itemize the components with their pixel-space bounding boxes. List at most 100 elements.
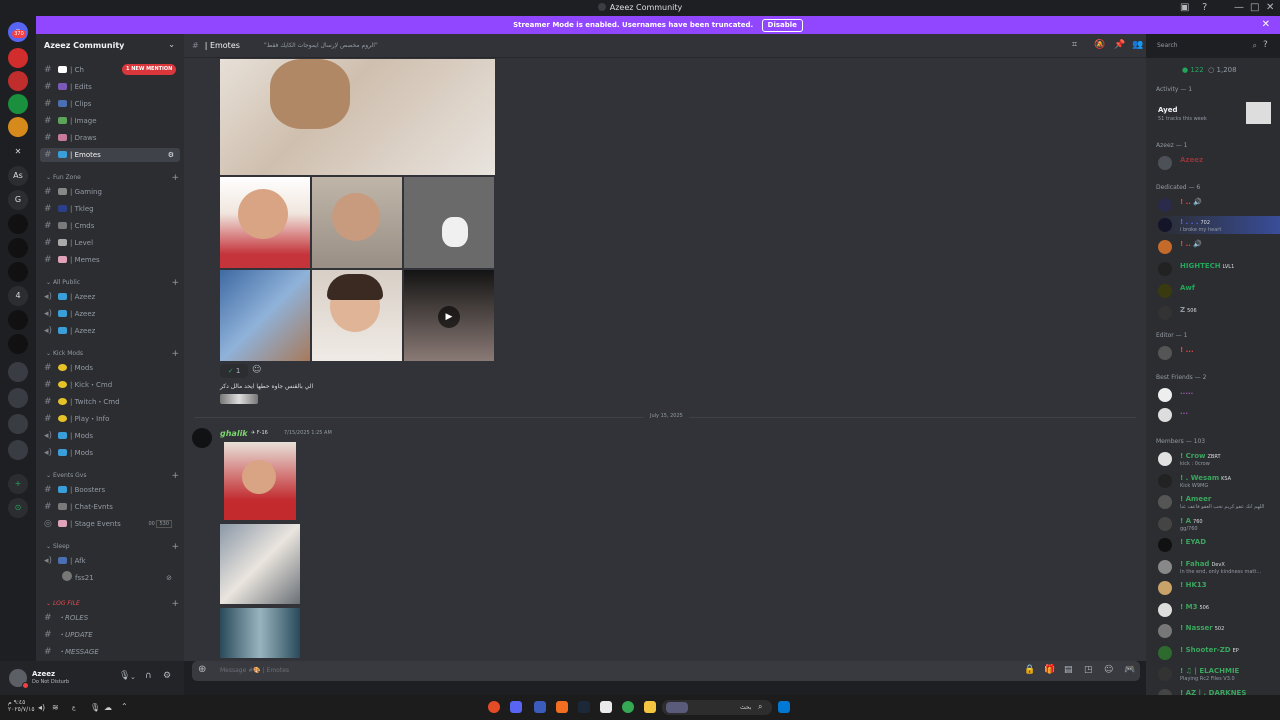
chevron-up-icon[interactable]: ⌃ bbox=[121, 702, 128, 711]
add-channel-icon[interactable]: + bbox=[171, 173, 179, 183]
app-icon[interactable] bbox=[534, 701, 546, 713]
microphone-icon[interactable]: 🎙 bbox=[119, 671, 130, 681]
channel-item[interactable]: # | Clips bbox=[40, 97, 180, 111]
add-channel-icon[interactable]: + bbox=[171, 278, 179, 288]
member-row[interactable]: HIGHTECH LVL1 bbox=[1158, 260, 1276, 278]
sticker-icon[interactable]: ◳ bbox=[1084, 665, 1093, 675]
server-header[interactable]: Azeez Community ⌄ bbox=[36, 34, 184, 58]
channel-topic[interactable]: "الروم مخصص لإرسال ايموجات الكايك فقط" bbox=[264, 42, 378, 49]
message-composer[interactable]: ⊕ Message #🎨 | Emotes 🔒 🎁 ▤ ◳ ☺ 🎮 bbox=[192, 661, 1140, 681]
category-all-public[interactable]: ⌄ All Public + bbox=[46, 278, 179, 288]
channel-item[interactable]: # ・ROLES bbox=[40, 611, 180, 625]
file-explorer-icon[interactable] bbox=[644, 701, 656, 713]
gif-image[interactable] bbox=[404, 177, 494, 268]
gif-image[interactable] bbox=[220, 524, 300, 604]
voice-channel-item[interactable]: ◂) | Afk bbox=[40, 554, 180, 568]
member-row[interactable]: ! . Wesam KSA Kick W9MG bbox=[1158, 472, 1276, 490]
server-icon[interactable] bbox=[8, 262, 28, 282]
play-icon[interactable]: ▶ bbox=[438, 306, 460, 328]
gif-image[interactable] bbox=[220, 177, 310, 268]
search-input[interactable]: Search ⌕ bbox=[1152, 39, 1262, 53]
taskbar-search[interactable]: بحث ⌕ bbox=[662, 700, 772, 715]
video-embed[interactable]: ▶ bbox=[404, 270, 494, 361]
voice-channel-item[interactable]: ◂) | Azeez bbox=[40, 307, 180, 321]
add-reaction-icon[interactable]: ☺ bbox=[252, 365, 261, 375]
inbox-icon[interactable]: ▣ bbox=[1180, 2, 1189, 13]
member-row[interactable]: Azeez bbox=[1158, 154, 1276, 172]
member-row[interactable]: ! HK13 bbox=[1158, 579, 1276, 597]
category-events[interactable]: ⌄ Events Gvs + bbox=[46, 471, 179, 481]
new-mention-badge[interactable]: 1 NEW MENTION bbox=[122, 64, 177, 75]
server-folder[interactable] bbox=[8, 440, 28, 460]
add-channel-icon[interactable]: + bbox=[171, 599, 179, 609]
chevron-down-icon[interactable]: ⌄ bbox=[130, 673, 136, 681]
channel-item[interactable]: # | Chat-Evnts bbox=[40, 500, 180, 514]
settings-icon[interactable]: ⚙ bbox=[168, 148, 174, 162]
server-icon[interactable] bbox=[8, 94, 28, 114]
wifi-icon[interactable]: ≋ bbox=[52, 703, 59, 712]
member-row[interactable]: Z 506 bbox=[1158, 304, 1276, 322]
help-icon[interactable]: ? bbox=[1263, 40, 1268, 50]
stage-channel-item[interactable]: ◎ | Stage Events 00 530 bbox=[40, 517, 180, 531]
channel-item[interactable]: # | Memes bbox=[40, 253, 180, 267]
member-row[interactable]: ..... bbox=[1158, 386, 1276, 404]
member-row[interactable]: ... bbox=[1158, 406, 1276, 424]
cloud-icon[interactable]: ☁ bbox=[104, 703, 112, 712]
sticker-image[interactable] bbox=[220, 394, 258, 404]
upload-plus-icon[interactable]: ⊕ bbox=[198, 664, 206, 675]
voice-user[interactable]: fss21 ⊘ bbox=[58, 571, 180, 585]
app-icon[interactable] bbox=[488, 701, 500, 713]
add-channel-icon[interactable]: + bbox=[171, 349, 179, 359]
channel-item[interactable]: # ・UPDATE bbox=[40, 628, 180, 642]
gift-icon[interactable]: 🎁 bbox=[1044, 665, 1055, 675]
steam-icon[interactable] bbox=[578, 701, 590, 713]
channel-item[interactable]: # | Draws bbox=[40, 131, 180, 145]
member-row[interactable]: ! ... bbox=[1158, 344, 1276, 362]
lock-icon[interactable]: 🔒 bbox=[1024, 665, 1035, 675]
server-icon[interactable] bbox=[8, 334, 28, 354]
voice-channel-item[interactable]: ◂) | Mods bbox=[40, 429, 180, 443]
server-folder[interactable] bbox=[8, 414, 28, 434]
member-row[interactable]: ! M3 506 bbox=[1158, 601, 1276, 619]
voice-channel-item[interactable]: ◂) | Mods bbox=[40, 446, 180, 460]
reaction-chip[interactable]: ✓ 1 bbox=[220, 364, 248, 378]
guild-tag[interactable]: ✈ F-16 bbox=[251, 430, 268, 436]
volume-icon[interactable]: ◂) bbox=[38, 703, 45, 712]
channel-item[interactable]: # | Level bbox=[40, 236, 180, 250]
channel-item[interactable]: # | Boosters bbox=[40, 483, 180, 497]
server-icon[interactable]: G bbox=[8, 190, 28, 210]
channel-item[interactable]: # | Image bbox=[40, 114, 180, 128]
category-fun-zone[interactable]: ⌄ Fun Zone + bbox=[46, 173, 179, 183]
member-row[interactable]: ! Shooter-ZD EP bbox=[1158, 644, 1276, 662]
server-icon[interactable] bbox=[8, 238, 28, 258]
server-icon[interactable]: ✕ bbox=[8, 142, 28, 162]
microphone-icon[interactable]: 🎙 bbox=[90, 703, 100, 712]
channel-item[interactable]: # | Play・Info bbox=[40, 412, 180, 426]
channel-item[interactable]: # | Mods bbox=[40, 361, 180, 375]
member-row[interactable]: ! AZ | . DARKNES bbox=[1158, 687, 1276, 695]
member-row[interactable]: ! Nasser 502 bbox=[1158, 622, 1276, 640]
maximize-button[interactable]: □ bbox=[1250, 2, 1259, 13]
discord-app-icon[interactable] bbox=[510, 701, 522, 713]
gif-image[interactable] bbox=[220, 270, 310, 361]
member-row[interactable]: ! Ameer اللهم انك عفو كريم تحب العفو فاعف… bbox=[1158, 493, 1276, 511]
server-icon[interactable] bbox=[8, 71, 28, 91]
mute-bell-icon[interactable]: 🔕 bbox=[1094, 40, 1105, 50]
channel-item[interactable]: # | Cmds bbox=[40, 219, 180, 233]
channel-item[interactable]: # | Tkleg bbox=[40, 202, 180, 216]
app-icon[interactable] bbox=[556, 701, 568, 713]
gear-icon[interactable]: ⚙ bbox=[163, 671, 171, 681]
gif-image[interactable] bbox=[312, 270, 402, 361]
gif-image[interactable] bbox=[224, 442, 296, 520]
member-row[interactable]: Awf bbox=[1158, 282, 1276, 300]
member-row[interactable]: ! .. 🔊 bbox=[1158, 196, 1276, 214]
channel-item[interactable]: # | Twitch・Cmd bbox=[40, 395, 180, 409]
member-row[interactable]: ! Crow ZBRT kick : 0crow bbox=[1158, 450, 1276, 468]
server-icon[interactable]: 4 bbox=[8, 286, 28, 306]
add-server-icon[interactable]: + bbox=[8, 474, 28, 494]
category-kick-mods[interactable]: ⌄ Kick Mods + bbox=[46, 349, 179, 359]
channel-item[interactable]: # | Kick・Cmd bbox=[40, 378, 180, 392]
member-row[interactable]: ! Fahad DevX In the end, only kindness mat… bbox=[1158, 558, 1276, 576]
channel-item[interactable]: # ・MESSAGE bbox=[40, 645, 180, 659]
message-author[interactable]: ghalik bbox=[220, 429, 248, 438]
